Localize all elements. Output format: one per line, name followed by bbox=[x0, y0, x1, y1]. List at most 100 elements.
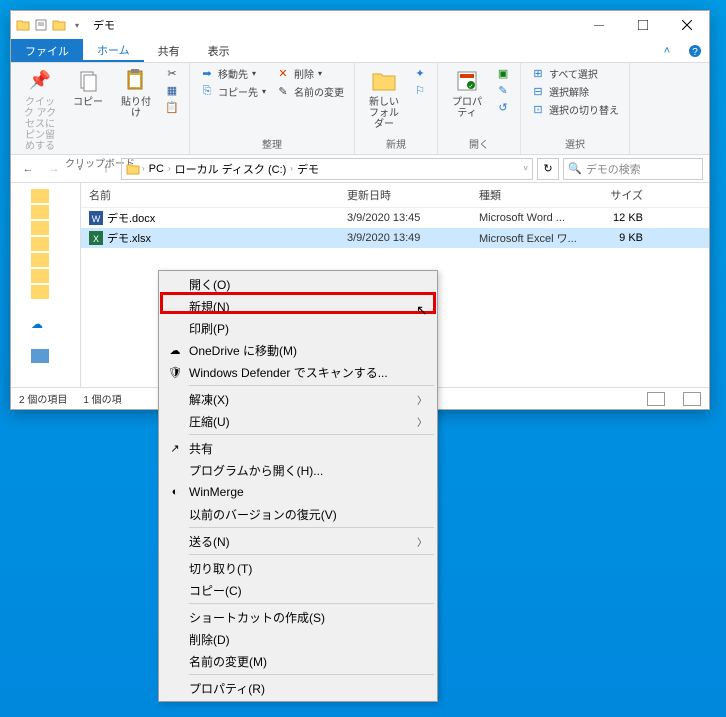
new-folder-button[interactable]: 新しいフォルダー bbox=[361, 65, 407, 132]
select-none-button[interactable]: ⊟選択解除 bbox=[527, 83, 623, 100]
svg-text:?: ? bbox=[692, 47, 698, 58]
col-date[interactable]: 更新日時 bbox=[339, 183, 471, 207]
search-input[interactable]: 🔍 デモの検索 bbox=[563, 158, 703, 180]
refresh-button[interactable]: ↻ bbox=[537, 158, 559, 180]
file-row[interactable]: Xデモ.xlsx3/9/2020 13:49Microsoft Excel ワ.… bbox=[81, 228, 709, 248]
copy-to-button[interactable]: ⎘コピー先▾ bbox=[196, 83, 270, 100]
tab-share[interactable]: 共有 bbox=[144, 39, 194, 62]
context-menu-item[interactable]: 送る(N)〉 bbox=[161, 530, 435, 552]
delete-button[interactable]: ✕削除▾ bbox=[272, 65, 348, 82]
context-menu-item[interactable]: 名前の変更(M) bbox=[161, 650, 435, 672]
selected-count: 1 個の項 bbox=[83, 391, 121, 406]
select-none-icon: ⊟ bbox=[531, 85, 545, 99]
context-menu-item[interactable]: ↗共有 bbox=[161, 437, 435, 459]
context-menu-label: OneDrive に移動(M) bbox=[189, 342, 297, 359]
item-count: 2 個の項目 bbox=[19, 391, 67, 406]
submenu-arrow-icon: 〉 bbox=[417, 414, 427, 429]
edit-icon: ✎ bbox=[496, 83, 510, 97]
context-menu-item[interactable]: プログラムから開く(H)... bbox=[161, 459, 435, 481]
edit-button[interactable]: ✎ bbox=[492, 82, 514, 98]
cut-button[interactable]: ✂ bbox=[161, 65, 183, 81]
copy-button[interactable]: コピー bbox=[65, 65, 111, 110]
invert-selection-button[interactable]: ⊡選択の切り替え bbox=[527, 101, 623, 118]
breadcrumb-pc[interactable]: PC bbox=[147, 163, 166, 175]
ribbon-collapse-icon[interactable]: ˄ bbox=[653, 39, 681, 62]
qat-properties-icon[interactable] bbox=[33, 17, 49, 33]
select-all-button[interactable]: ⊞すべて選択 bbox=[527, 65, 623, 82]
pin-to-quick-access-button[interactable]: 📌 クイック アクセスにピン留めする bbox=[17, 65, 63, 154]
context-menu: 開く(O)新規(N)印刷(P)☁OneDrive に移動(M)🛡Windows … bbox=[158, 270, 438, 702]
properties-button[interactable]: ✓ プロパティ bbox=[444, 65, 490, 121]
context-menu-item[interactable]: ショートカットの作成(S) bbox=[161, 606, 435, 628]
context-menu-item[interactable]: 開く(O) bbox=[161, 273, 435, 295]
address-bar: ← → ˅ ↑ › PC › ローカル ディスク (C:) › デモ ˅ ↻ 🔍… bbox=[11, 155, 709, 183]
recent-locations-button[interactable]: ˅ bbox=[69, 158, 91, 180]
easy-access-button[interactable]: ⚐ bbox=[409, 82, 431, 98]
sidebar-folder-icon[interactable] bbox=[31, 237, 49, 251]
context-menu-item[interactable]: コピー(C) bbox=[161, 579, 435, 601]
open-button[interactable]: ▣ bbox=[492, 65, 514, 81]
up-button[interactable]: ↑ bbox=[95, 158, 117, 180]
shield-icon: 🛡 bbox=[167, 364, 183, 380]
paste-shortcut-button[interactable]: 📋 bbox=[161, 99, 183, 115]
file-row[interactable]: Wデモ.docx3/9/2020 13:45Microsoft Word ...… bbox=[81, 208, 709, 228]
context-menu-item[interactable]: ☁OneDrive に移動(M) bbox=[161, 339, 435, 361]
copy-path-button[interactable]: ▦ bbox=[161, 82, 183, 98]
details-view-button[interactable] bbox=[647, 392, 665, 406]
sidebar-folder-icon[interactable] bbox=[31, 205, 49, 219]
ribbon-group-new: 新しいフォルダー ✦ ⚐ 新規 bbox=[355, 63, 438, 154]
move-to-button[interactable]: ➡移動先▾ bbox=[196, 65, 270, 82]
qat-dropdown-icon[interactable]: ▾ bbox=[69, 17, 85, 33]
close-button[interactable] bbox=[665, 11, 709, 39]
tab-home[interactable]: ホーム bbox=[83, 39, 144, 62]
context-menu-label: 圧縮(U) bbox=[189, 413, 230, 430]
breadcrumb-dropdown-icon[interactable]: ˅ bbox=[523, 164, 528, 173]
file-name: デモ.xlsx bbox=[107, 230, 151, 246]
col-type[interactable]: 種類 bbox=[471, 183, 591, 207]
sidebar-onedrive-icon[interactable]: ☁ bbox=[31, 317, 49, 331]
context-menu-item[interactable]: 🛡Windows Defender でスキャンする... bbox=[161, 361, 435, 383]
breadcrumb-folder[interactable]: デモ bbox=[295, 161, 321, 177]
col-size[interactable]: サイズ bbox=[591, 183, 651, 207]
context-menu-item[interactable]: 削除(D) bbox=[161, 628, 435, 650]
context-menu-item[interactable]: 以前のバージョンの復元(V) bbox=[161, 503, 435, 525]
context-menu-item[interactable]: 切り取り(T) bbox=[161, 557, 435, 579]
context-menu-item[interactable]: 解凍(X)〉 bbox=[161, 388, 435, 410]
rename-button[interactable]: ✎名前の変更 bbox=[272, 83, 348, 100]
nav-pane[interactable]: ☁ bbox=[11, 183, 81, 387]
context-menu-item[interactable]: 新規(N) bbox=[161, 295, 435, 317]
file-date: 3/9/2020 13:45 bbox=[339, 210, 471, 226]
ribbon-group-clipboard: 📌 クイック アクセスにピン留めする コピー 貼り付け ✂ bbox=[11, 63, 190, 154]
icons-view-button[interactable] bbox=[683, 392, 701, 406]
sidebar-folder-icon[interactable] bbox=[31, 269, 49, 283]
maximize-button[interactable] bbox=[621, 11, 665, 39]
paste-button[interactable]: 貼り付け bbox=[113, 65, 159, 121]
context-menu-item[interactable]: プロパティ(R) bbox=[161, 677, 435, 699]
sidebar-folder-icon[interactable] bbox=[31, 189, 49, 203]
minimize-button[interactable] bbox=[577, 11, 621, 39]
tab-view[interactable]: 表示 bbox=[194, 39, 244, 62]
context-menu-label: 名前の変更(M) bbox=[189, 653, 267, 670]
context-menu-item[interactable]: 印刷(P) bbox=[161, 317, 435, 339]
breadcrumb[interactable]: › PC › ローカル ディスク (C:) › デモ ˅ bbox=[121, 158, 533, 180]
forward-button[interactable]: → bbox=[43, 158, 65, 180]
context-menu-separator bbox=[189, 385, 434, 386]
breadcrumb-drive[interactable]: ローカル ディスク (C:) bbox=[173, 161, 289, 177]
col-name[interactable]: 名前 bbox=[81, 183, 339, 207]
context-menu-item[interactable]: ◐WinMerge bbox=[161, 481, 435, 503]
sidebar-folder-icon[interactable] bbox=[31, 221, 49, 235]
sidebar-folder-icon[interactable] bbox=[31, 253, 49, 267]
window-title: デモ bbox=[85, 17, 577, 33]
new-folder-icon bbox=[370, 67, 398, 95]
context-menu-item[interactable]: 圧縮(U) 〉 bbox=[161, 410, 435, 432]
word-file-icon: W bbox=[89, 211, 103, 225]
help-icon[interactable]: ? bbox=[681, 39, 709, 62]
new-item-button[interactable]: ✦ bbox=[409, 65, 431, 81]
history-button[interactable]: ↺ bbox=[492, 99, 514, 115]
back-button[interactable]: ← bbox=[17, 158, 39, 180]
file-size: 9 KB bbox=[591, 230, 651, 246]
tab-file[interactable]: ファイル bbox=[11, 39, 83, 62]
sidebar-folder-icon[interactable] bbox=[31, 285, 49, 299]
svg-text:✓: ✓ bbox=[469, 84, 474, 90]
sidebar-pc-icon[interactable] bbox=[31, 349, 49, 363]
